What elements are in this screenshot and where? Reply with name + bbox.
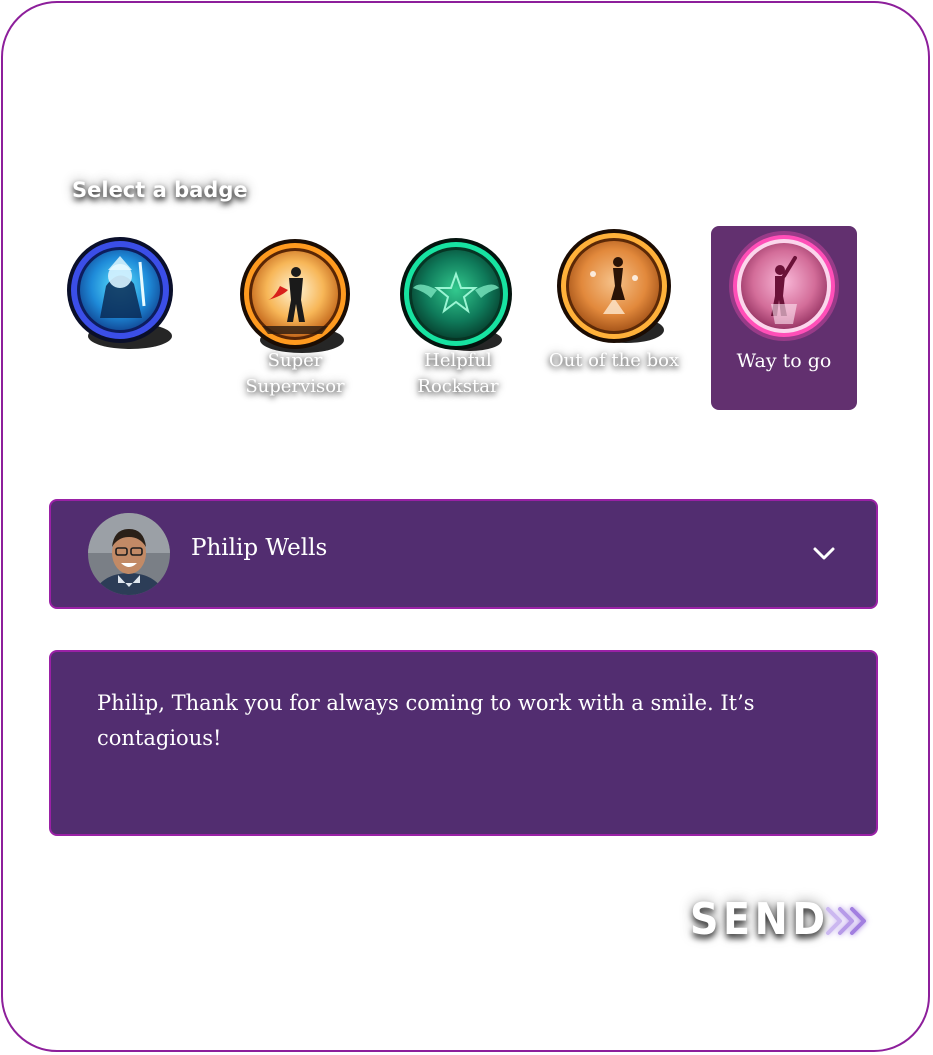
jack-in-the-box-badge-icon (557, 229, 671, 343)
badge-label: Out of the box (548, 350, 680, 371)
send-label: SEND (690, 894, 830, 945)
recipient-name: Philip Wells (191, 535, 328, 561)
badge-option-helpful-rockstar[interactable]: Helpful Rockstar (385, 226, 531, 410)
triple-chevron-right-icon (826, 907, 866, 935)
send-button[interactable]: SEND (690, 888, 880, 958)
winged-star-badge-icon (400, 238, 512, 351)
badge-label: Super Supervisor (245, 350, 345, 397)
recipient-dropdown[interactable]: Philip Wells (49, 499, 878, 609)
badge-label: Helpful Rockstar (417, 350, 499, 397)
knight-badge-icon (67, 237, 173, 349)
superhero-badge-icon (240, 239, 350, 353)
user-avatar (88, 513, 170, 595)
badge-option-1[interactable] (60, 226, 206, 410)
badge-option-super-supervisor[interactable]: Super Supervisor (222, 226, 368, 410)
badge-option-way-to-go[interactable]: Way to go (711, 226, 857, 410)
badge-option-out-of-the-box[interactable]: Out of the box (541, 226, 687, 410)
message-textarea[interactable]: Philip, Thank you for always coming to w… (49, 650, 878, 836)
cheering-person-badge-icon (729, 231, 839, 341)
chevron-down-icon[interactable] (811, 543, 837, 563)
section-title: Select a badge (72, 178, 248, 202)
badge-label: Way to go (736, 350, 832, 372)
message-text: Philip, Thank you for always coming to w… (97, 691, 755, 750)
